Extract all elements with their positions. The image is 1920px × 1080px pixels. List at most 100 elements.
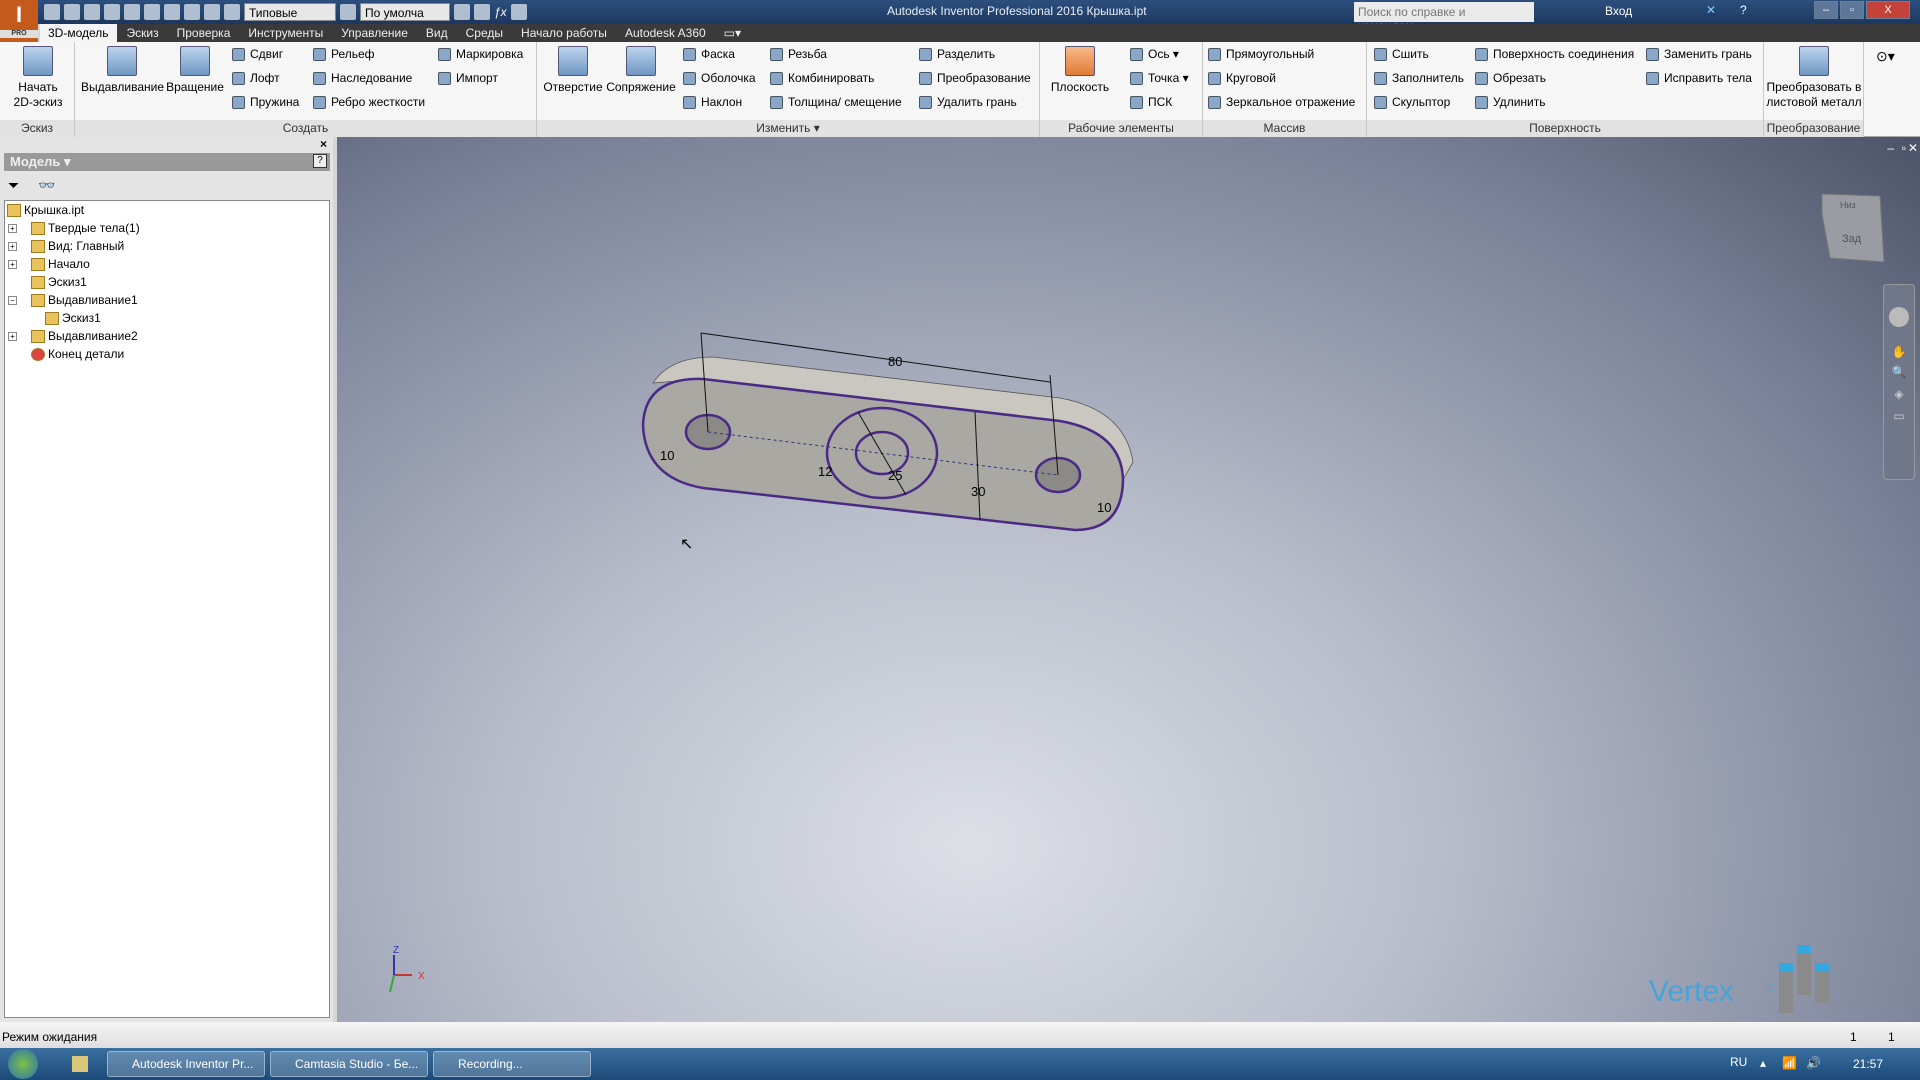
look-at-icon[interactable]: ▭ — [1884, 409, 1914, 423]
expander-icon[interactable]: + — [8, 331, 17, 341]
ribbon-command[interactable]: Наследование — [313, 71, 412, 85]
revolve-button[interactable]: Вращение — [163, 46, 227, 95]
measure-icon[interactable] — [510, 4, 527, 20]
tree-node[interactable]: Конец детали — [8, 347, 124, 361]
ribbon-command[interactable]: Прямоугольный — [1208, 47, 1314, 61]
appearance-icon[interactable] — [454, 4, 470, 20]
ribbon-command[interactable]: Заполнитель — [1374, 71, 1464, 85]
exchange-icon[interactable]: ✕ — [1706, 3, 1716, 17]
tree-node[interactable]: + Вид: Главный — [8, 239, 124, 253]
ribbon-command[interactable]: Удалить грань — [919, 95, 1017, 109]
tree-node[interactable]: Эскиз1 — [45, 311, 101, 325]
clear-appearance-icon[interactable] — [474, 4, 490, 20]
material-ball-icon[interactable] — [224, 4, 240, 20]
tab-4[interactable]: Управление — [333, 24, 416, 42]
ribbon-command[interactable]: Исправить тела — [1646, 71, 1752, 85]
ribbon-command[interactable]: Фаска — [683, 47, 735, 61]
taskbar-item-recording[interactable]: Recording... — [433, 1051, 591, 1077]
minimize-button[interactable]: – — [1814, 1, 1838, 19]
network-icon[interactable]: 📶 — [1782, 1056, 1797, 1070]
save-icon[interactable] — [84, 4, 100, 20]
select-icon[interactable] — [184, 4, 200, 20]
material-combo[interactable]: По умолча — [360, 3, 450, 21]
plane-button[interactable]: Плоскость — [1050, 46, 1110, 95]
ribbon-command[interactable]: Резьба — [770, 47, 827, 61]
ribbon-command[interactable]: Разделить — [919, 47, 995, 61]
hole-button[interactable]: Отверстие — [541, 46, 605, 95]
viewport-minimize-button[interactable]: – — [1887, 141, 1894, 155]
fx-icon[interactable]: ƒx — [494, 5, 507, 19]
home-icon[interactable] — [144, 4, 160, 20]
tab-2[interactable]: Проверка — [169, 24, 239, 42]
ribbon-command[interactable]: Наклон — [683, 95, 742, 109]
help-icon[interactable]: ? — [1740, 3, 1747, 17]
tab-8[interactable]: Autodesk A360 — [617, 24, 714, 42]
ribbon-command[interactable]: Рельеф — [313, 47, 375, 61]
start-2d-sketch-button[interactable]: Начать 2D-эскиз — [8, 46, 68, 110]
taskbar-item-inventor[interactable]: Autodesk Inventor Pr... — [107, 1051, 265, 1077]
tab-overflow-icon[interactable]: ▭▾ — [716, 24, 749, 42]
ribbon-command[interactable]: Заменить грань — [1646, 47, 1752, 61]
open-icon[interactable] — [64, 4, 80, 20]
close-panel-icon[interactable]: × — [320, 137, 327, 151]
viewport-restore-button[interactable]: ▫ — [1902, 141, 1906, 155]
tab-3[interactable]: Инструменты — [240, 24, 331, 42]
redo-icon[interactable] — [124, 4, 140, 20]
restore-button[interactable]: ▫ — [1840, 1, 1864, 19]
color-wheel-icon[interactable] — [340, 4, 356, 20]
ribbon-command[interactable]: Поверхность соединения — [1475, 47, 1634, 61]
new-icon[interactable] — [44, 4, 60, 20]
tree-node[interactable]: Крышка.ipt — [7, 203, 84, 217]
viewcube[interactable]: Низ Зад — [1821, 193, 1885, 263]
ribbon-options-icon[interactable]: ⊙▾ — [1876, 48, 1895, 65]
ribbon-command[interactable]: ПСК — [1130, 95, 1172, 109]
viewport-close-button[interactable]: ✕ — [1908, 141, 1918, 155]
tree-node[interactable]: + Начало — [8, 257, 90, 271]
help-icon[interactable]: ? — [313, 154, 327, 168]
fillet-button[interactable]: Сопряжение — [605, 46, 677, 95]
orbit-icon[interactable]: ◈ — [1884, 387, 1914, 401]
ribbon-command[interactable]: Толщина/ смещение — [770, 95, 902, 109]
language-indicator[interactable]: RU — [1730, 1055, 1747, 1069]
ribbon-command[interactable]: Сдвиг — [232, 47, 283, 61]
tree-node[interactable]: + Твердые тела(1) — [8, 221, 140, 235]
steering-wheel-icon[interactable] — [1889, 307, 1909, 327]
filter-icon[interactable]: ⏷ — [8, 177, 19, 194]
tab-5[interactable]: Вид — [418, 24, 456, 42]
ribbon-command[interactable]: Ось ▾ — [1130, 47, 1179, 61]
ribbon-command[interactable]: Ребро жесткости — [313, 95, 425, 109]
ribbon-command[interactable]: Сшить — [1374, 47, 1429, 61]
close-button[interactable]: X — [1866, 1, 1910, 19]
ribbon-command[interactable]: Комбинировать — [770, 71, 874, 85]
tab-0[interactable]: 3D-модель — [40, 24, 117, 42]
ribbon-command[interactable]: Круговой — [1208, 71, 1276, 85]
app-menu-button[interactable]: I PRO — [0, 0, 38, 42]
browser-title[interactable]: Модель ▾ — [4, 153, 330, 171]
ribbon-command[interactable]: Удлинить — [1475, 95, 1545, 109]
sign-in-button[interactable]: Вход — [1605, 4, 1632, 18]
volume-icon[interactable]: 🔊 — [1806, 1056, 1821, 1070]
expander-icon[interactable]: + — [8, 259, 17, 269]
ribbon-command[interactable]: Скульптор — [1374, 95, 1450, 109]
expander-icon[interactable]: − — [8, 295, 17, 305]
pan-hand-icon[interactable]: ✋ — [1884, 345, 1914, 359]
tray-expand-icon[interactable]: ▴ — [1760, 1056, 1766, 1070]
start-button[interactable] — [8, 1049, 38, 1079]
find-binoculars-icon[interactable]: 👓 — [38, 177, 55, 194]
tree-node[interactable]: − Выдавливание1 — [8, 293, 138, 307]
taskbar-item-camtasia[interactable]: Camtasia Studio - Бе... — [270, 1051, 428, 1077]
zoom-icon[interactable]: 🔍 — [1884, 365, 1914, 379]
tab-1[interactable]: Эскиз — [119, 24, 167, 42]
ribbon-command[interactable]: Маркировка — [438, 47, 523, 61]
ribbon-command[interactable]: Зеркальное отражение — [1208, 95, 1355, 109]
group-label[interactable]: Изменить ▾ — [537, 120, 1039, 137]
graphics-viewport[interactable]: 80 10 12 25 30 10 Низ Зад Z X – ▫ ✕ ✋ 🔍 … — [337, 137, 1920, 1022]
ribbon-command[interactable]: Импорт — [438, 71, 498, 85]
convert-to-sheet-metal-button[interactable]: Преобразовать в листовой металл — [1766, 46, 1862, 110]
expander-icon[interactable]: + — [8, 241, 17, 251]
explorer-icon[interactable] — [72, 1056, 88, 1072]
ribbon-command[interactable]: Обрезать — [1475, 71, 1546, 85]
help-search-input[interactable]: Поиск по справке и командам... — [1354, 2, 1534, 33]
undo-icon[interactable] — [104, 4, 120, 20]
ribbon-command[interactable]: Оболочка — [683, 71, 756, 85]
